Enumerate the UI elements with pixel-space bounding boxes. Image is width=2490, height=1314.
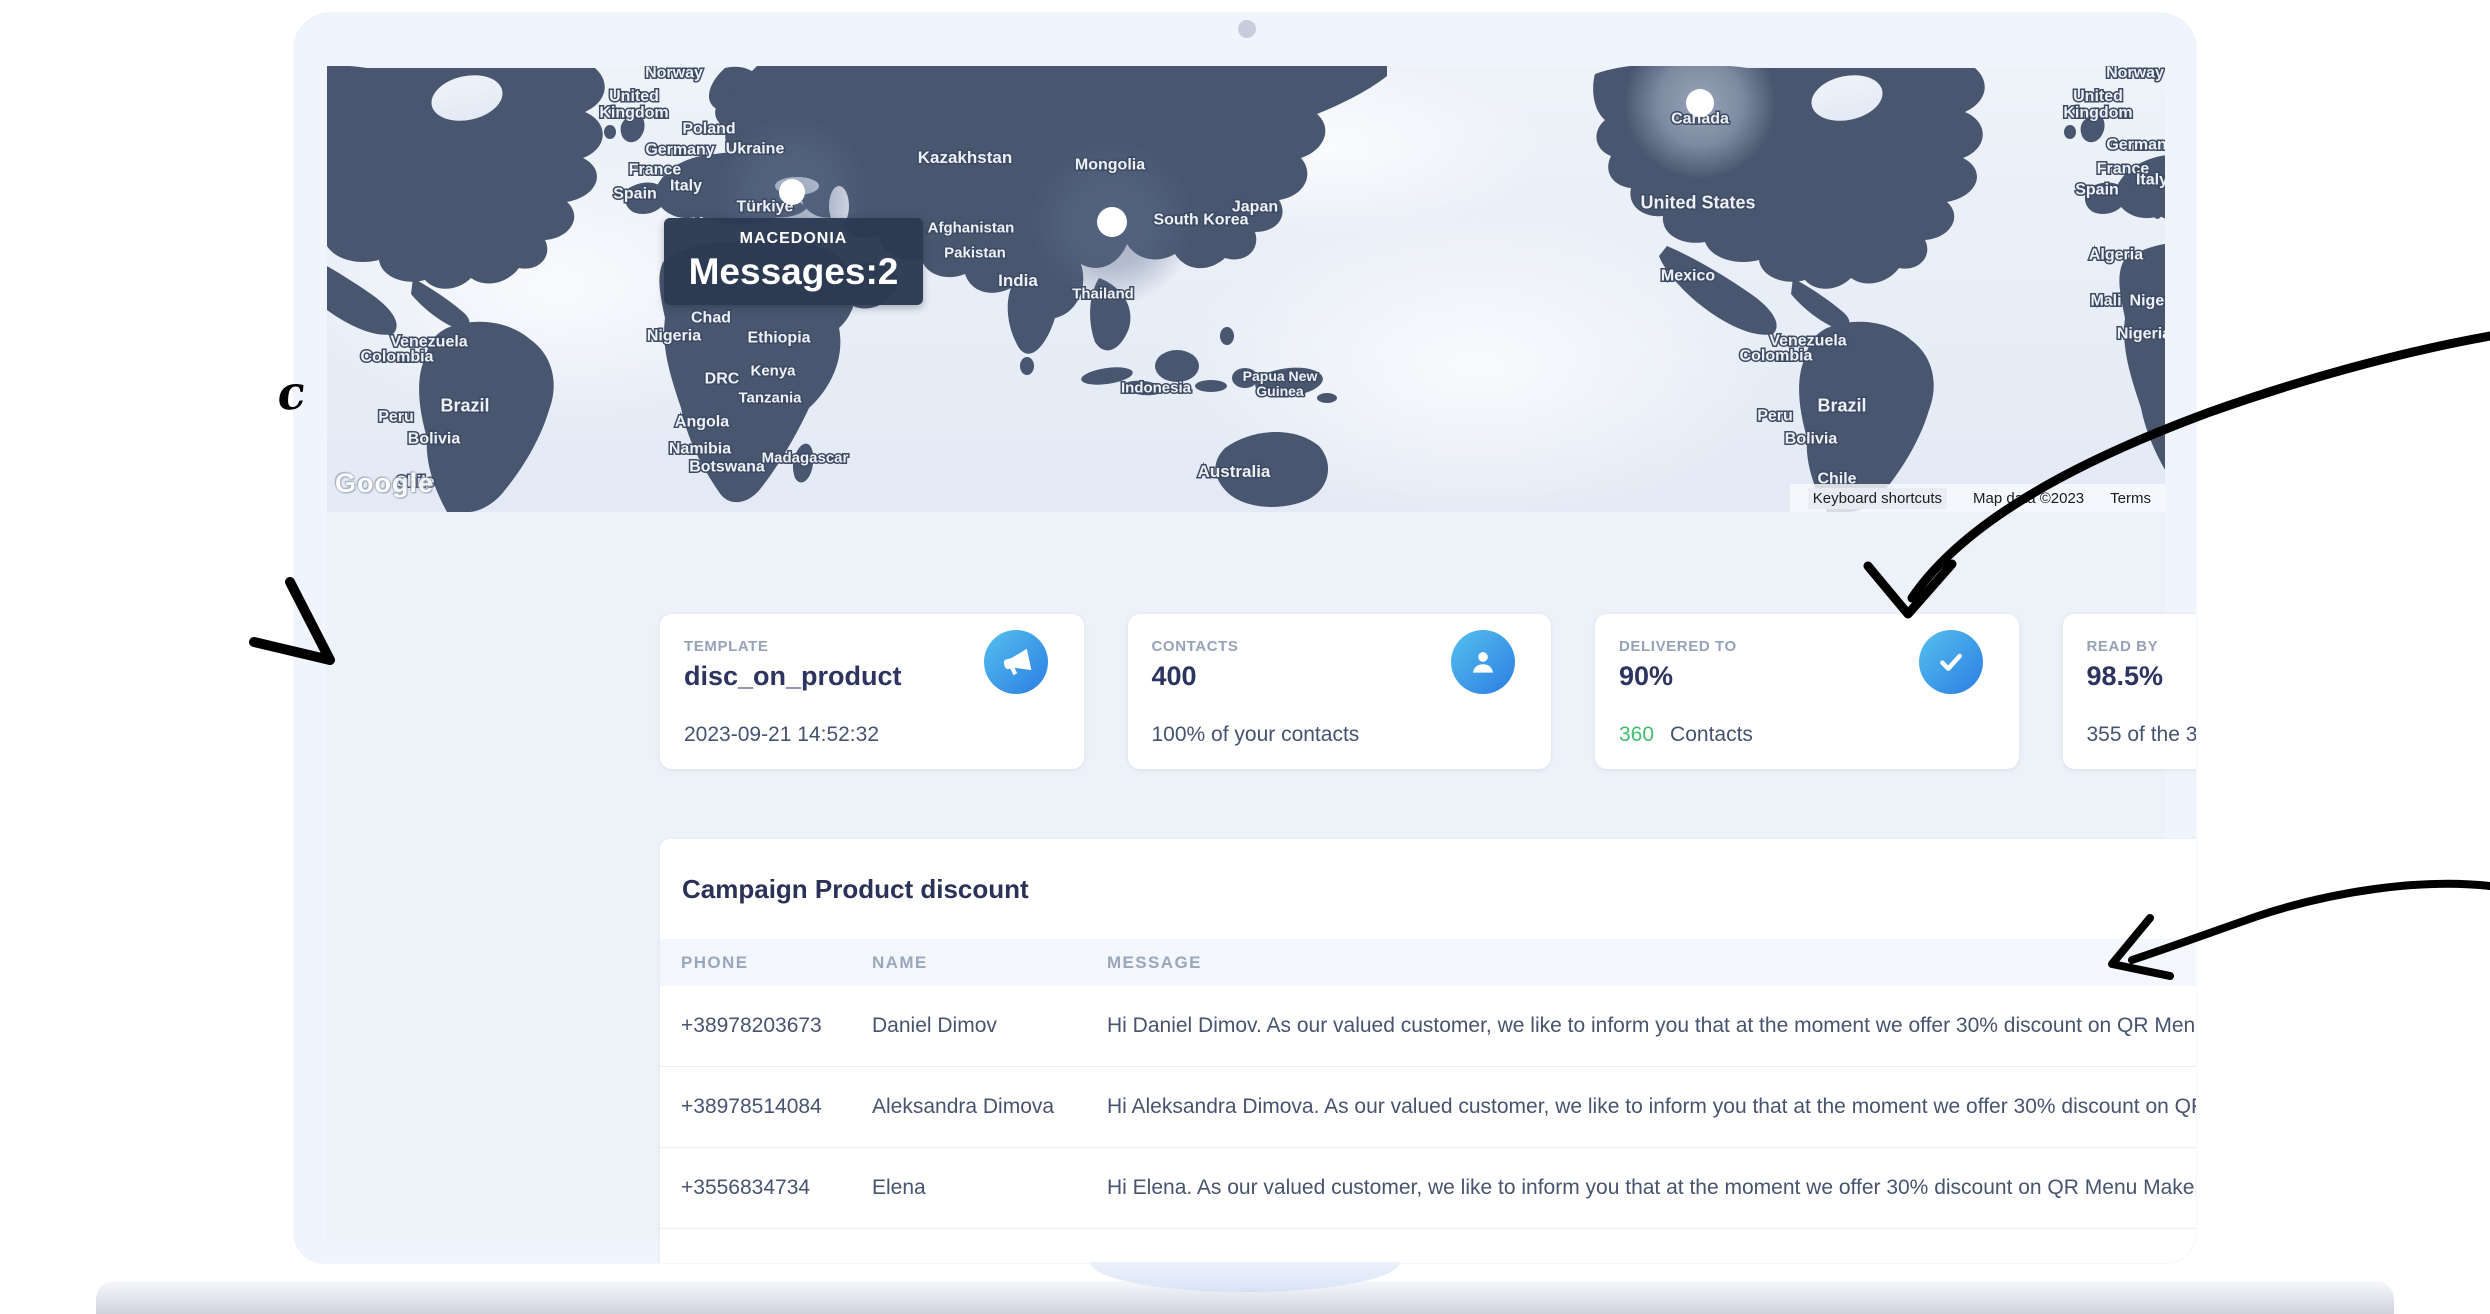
map-label-australia: Australia bbox=[1198, 462, 1271, 481]
message-location-marker[interactable] bbox=[779, 179, 805, 205]
map-label-peru: Peru bbox=[1757, 408, 1793, 425]
stat-subtext: 2023-09-21 14:52:32 bbox=[684, 723, 879, 747]
map-label-nigeria: Nigeria bbox=[2117, 326, 2165, 343]
campaign-title: Campaign Product discount bbox=[682, 874, 1029, 905]
cell-message: Hi Daniel Dimov. As our valued customer,… bbox=[1107, 1014, 2196, 1038]
table-row: +3556834734ElenaHi Elena. As our valued … bbox=[660, 1148, 2196, 1229]
map-label-india: India bbox=[998, 271, 1038, 290]
map-label-norway: Norway bbox=[645, 66, 703, 82]
column-header-name: NAME bbox=[872, 953, 1107, 973]
map-label-drc: DRC bbox=[705, 371, 740, 388]
user-icon bbox=[1451, 630, 1515, 694]
stat-value: 98.5% bbox=[2087, 661, 2197, 692]
map-label-france: France bbox=[629, 162, 682, 179]
map-label-mexico: Mexico bbox=[1661, 268, 1715, 285]
cell-name: Daniel Dimov bbox=[872, 1014, 1107, 1038]
map-label-afghanistan: Afghanistan bbox=[928, 219, 1015, 236]
stat-subtext: 100% of your contacts bbox=[1152, 723, 1360, 747]
map-label-united-states: United States bbox=[1640, 192, 1755, 212]
map-label-mali: Mali bbox=[2090, 293, 2121, 310]
stat-subtext: 360Contacts bbox=[1619, 723, 1753, 747]
message-location-marker[interactable] bbox=[1097, 207, 1127, 237]
cell-message: Hi Elena. As our valued customer, we lik… bbox=[1107, 1176, 2196, 1200]
map-label-tanzania: Tanzania bbox=[738, 389, 802, 406]
laptop-camera-dot bbox=[1238, 20, 1256, 38]
stat-subtext: 355 of the 360 Contacts messaged. bbox=[2087, 723, 2197, 747]
panel-header: Campaign Product discount Back to campai… bbox=[660, 839, 2196, 939]
column-header-phone: PHONE bbox=[660, 953, 872, 973]
map-label-norway: Norway bbox=[2106, 66, 2164, 82]
table-header-row: PHONENAMEMESSAGESTATUS bbox=[660, 939, 2196, 986]
campaign-panel: Campaign Product discount Back to campai… bbox=[660, 839, 2196, 1263]
map-label-bolivia: Bolivia bbox=[1785, 431, 1838, 448]
stat-card-template: TEMPLATEdisc_on_product2023-09-21 14:52:… bbox=[660, 614, 1084, 769]
map-label-germany: Germany bbox=[645, 142, 714, 159]
tooltip-messages-count: Messages:2 bbox=[689, 251, 899, 293]
map-label-brazil: Brazil bbox=[1817, 395, 1866, 415]
map-label-chad: Chad bbox=[691, 310, 731, 327]
terms-link[interactable]: Terms bbox=[2110, 490, 2151, 507]
map-attribution: Keyboard shortcuts Map data ©2023 Terms bbox=[1790, 484, 2165, 512]
table-row: +38978203673Daniel DimovHi Daniel Dimov.… bbox=[660, 986, 2196, 1067]
map-label-italy: Italy bbox=[2136, 172, 2165, 189]
cell-phone: +38978514084 bbox=[660, 1095, 872, 1119]
map-canvas: United StatesVenezuelaColombiaBrazilPeru… bbox=[327, 66, 2165, 512]
map-label-ethiopia: Ethiopia bbox=[747, 330, 810, 347]
cell-phone: +38978203673 bbox=[660, 1014, 872, 1038]
map-label-algeria: Algeria bbox=[2089, 247, 2143, 264]
check-icon bbox=[1919, 630, 1983, 694]
map-label-pakistan: Pakistan bbox=[944, 244, 1006, 261]
cell-message: Hi Aleksandra Dimova. As our valued cust… bbox=[1107, 1095, 2196, 1119]
handwritten-letter: c bbox=[274, 365, 308, 422]
table-body: +38978203673Daniel DimovHi Daniel Dimov.… bbox=[660, 986, 2196, 1229]
map-label-united-kingdom: UnitedKingdom bbox=[2063, 88, 2132, 122]
map-label-botswana: Botswana bbox=[689, 459, 765, 476]
map-label-brazil: Brazil bbox=[440, 395, 489, 415]
map-label-thailand: Thailand bbox=[1072, 285, 1134, 302]
stat-card-delivered-to: DELIVERED TO90%360Contacts bbox=[1595, 614, 2019, 769]
laptop-screen: United StatesVenezuelaColombiaBrazilPeru… bbox=[294, 13, 2196, 1263]
cell-phone: +3556834734 bbox=[660, 1176, 872, 1200]
map-label-poland: Poland bbox=[682, 121, 735, 138]
map-label-bolivia: Bolivia bbox=[408, 431, 461, 448]
world-map[interactable]: United StatesVenezuelaColombiaBrazilPeru… bbox=[327, 66, 2165, 512]
map-label-nigeria: Nigeria bbox=[647, 328, 701, 345]
keyboard-shortcuts-link[interactable]: Keyboard shortcuts bbox=[1808, 488, 1947, 509]
stats-row: TEMPLATEdisc_on_product2023-09-21 14:52:… bbox=[660, 614, 2196, 769]
map-tooltip: MACEDONIA Messages:2 bbox=[664, 218, 923, 305]
map-label-kazakhstan: Kazakhstan bbox=[918, 148, 1012, 167]
message-location-marker[interactable] bbox=[1686, 89, 1714, 117]
map-label-mongolia: Mongolia bbox=[1075, 157, 1145, 174]
map-label-peru: Peru bbox=[378, 409, 414, 426]
cell-name: Aleksandra Dimova bbox=[872, 1095, 1107, 1119]
dashboard: United StatesVenezuelaColombiaBrazilPeru… bbox=[327, 66, 2165, 1240]
stat-subtext-highlight: 360 bbox=[1619, 723, 1654, 746]
map-label-spain: Spain bbox=[2075, 182, 2119, 199]
cell-name: Elena bbox=[872, 1176, 1107, 1200]
map-label-colombia: Colombia bbox=[361, 349, 434, 366]
map-label-italy: Italy bbox=[670, 178, 702, 195]
map-label-germany: Germany bbox=[2106, 137, 2165, 154]
map-label-namibia: Namibia bbox=[669, 441, 731, 458]
map-label-ukraine: Ukraine bbox=[726, 141, 785, 158]
map-label-south-korea: South Korea bbox=[1153, 212, 1248, 229]
map-label-spain: Spain bbox=[613, 186, 657, 203]
google-logo: Google bbox=[335, 468, 434, 499]
map-label-niger: Niger bbox=[2130, 293, 2165, 310]
page: c bbox=[0, 0, 2490, 1314]
column-header-message: MESSAGE bbox=[1107, 953, 2196, 973]
megaphone-icon bbox=[984, 630, 1048, 694]
table-row: +38978514084Aleksandra DimovaHi Aleksand… bbox=[660, 1067, 2196, 1148]
stat-label: READ BY bbox=[2087, 638, 2197, 655]
stat-card-contacts: CONTACTS400100% of your contacts bbox=[1128, 614, 1552, 769]
stat-card-read-by: READ BY 98.5% 355 of the 360 Contacts mess… bbox=[2063, 614, 2197, 769]
map-label-indonesia: Indonesia bbox=[1121, 379, 1192, 396]
tooltip-country: MACEDONIA bbox=[740, 230, 848, 248]
map-label-madagascar: Madagascar bbox=[762, 449, 849, 466]
map-label-united-kingdom: UnitedKingdom bbox=[599, 88, 668, 122]
map-label-angola: Angola bbox=[675, 414, 729, 431]
map-label-kenya: Kenya bbox=[750, 362, 796, 379]
map-data-copyright: Map data ©2023 bbox=[1973, 490, 2084, 507]
map-label-colombia: Colombia bbox=[1740, 348, 1813, 365]
